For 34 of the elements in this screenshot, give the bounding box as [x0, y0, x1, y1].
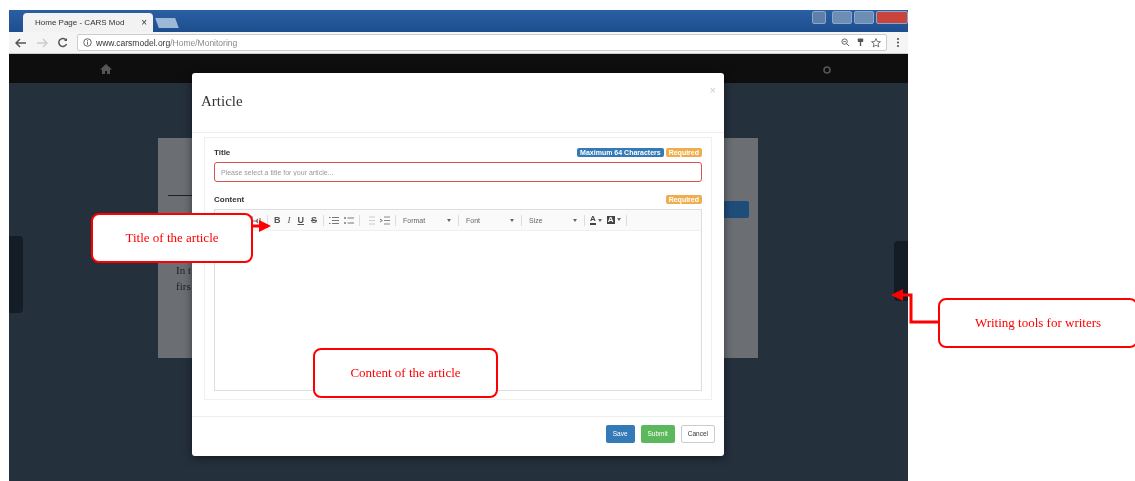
close-icon[interactable]: × [141, 17, 147, 28]
zoom-icon[interactable] [841, 37, 850, 47]
close-button[interactable] [876, 11, 908, 24]
dialog-title: Article [201, 93, 243, 110]
callout: Content of the article [313, 348, 498, 398]
menu-icon[interactable] [896, 37, 900, 48]
back-icon[interactable] [15, 37, 27, 48]
format-button[interactable]: S [310, 215, 318, 225]
url-field[interactable]: www.carsmodel.org/Home/Monitoring [77, 34, 887, 51]
indent-icon[interactable] [380, 215, 390, 225]
side-handle[interactable] [9, 236, 23, 313]
gear-icon[interactable] [823, 66, 831, 74]
star-icon[interactable] [871, 37, 881, 48]
numbered-list-icon[interactable] [329, 215, 339, 225]
callout-arrow [891, 289, 938, 324]
new-tab-button[interactable] [155, 18, 179, 28]
key-icon[interactable] [856, 37, 865, 47]
side-handle[interactable] [894, 241, 908, 301]
color-button[interactable]: A [590, 215, 602, 225]
field-label: Title [214, 148, 231, 157]
format-button[interactable]: B [273, 215, 282, 225]
home-icon[interactable] [99, 63, 113, 75]
callout: Title of the article [91, 213, 253, 263]
info-icon[interactable] [83, 38, 92, 47]
callout-arrow [253, 220, 271, 232]
panel-text: In t [176, 263, 191, 278]
callout: Writing tools for writers [938, 298, 1135, 348]
panel-text: firs [176, 279, 191, 294]
reload-icon[interactable] [57, 37, 68, 48]
format-button[interactable]: U [296, 215, 305, 225]
field-label: Content [214, 195, 245, 204]
format-button[interactable]: I [286, 215, 292, 225]
browser-tab[interactable]: Home Page - CARS Mod × [23, 13, 153, 32]
bullet-list-icon[interactable] [344, 215, 354, 225]
